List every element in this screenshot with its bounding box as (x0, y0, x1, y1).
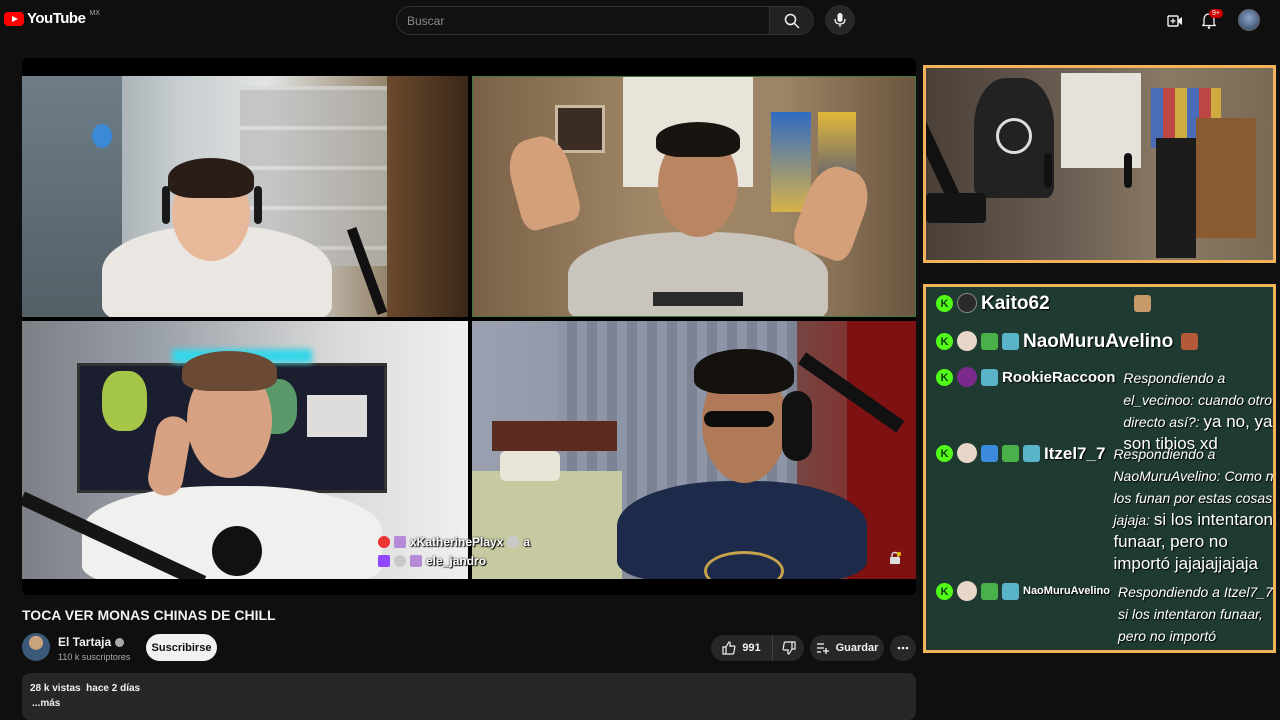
chat-message-text: XD (1194, 648, 1218, 650)
user-badge-icon (981, 369, 998, 386)
overlay-chat-row: ele_jandro (378, 554, 530, 568)
show-more-link[interactable]: ...más (30, 698, 916, 709)
like-dislike-group: 991 (711, 635, 804, 661)
kick-icon: K (936, 333, 953, 350)
user-avatar (957, 293, 977, 313)
chat-message-body: Respondiendo a Itzel7_7: si los intentar… (1118, 581, 1276, 650)
chat-username: Kaito62 (981, 293, 1050, 314)
overlay-chat-user: xKatherinePlayx (410, 535, 504, 549)
youtube-icon (378, 536, 390, 548)
user-badge-icon (981, 445, 998, 462)
webcam-bottom-right (472, 321, 916, 579)
logo-text: YouTube (27, 10, 86, 27)
user-badge-icon (981, 333, 998, 350)
chat-username: Itzel7_7 (1044, 444, 1106, 463)
video-player[interactable]: xKatherinePlayx a ele_jandro (22, 58, 916, 595)
overlay-chat-user: ele_jandro (426, 554, 487, 568)
user-badge-icon (981, 583, 998, 600)
user-avatar-icon (507, 536, 520, 548)
thumbs-up-icon (722, 641, 736, 655)
twitch-icon (378, 555, 390, 567)
chat-message: K RookieRaccoon Respondiendo a el_vecino… (936, 367, 1273, 455)
user-avatar (957, 443, 977, 463)
search-input[interactable] (397, 7, 769, 34)
search-icon (784, 13, 800, 29)
overlay-chat-message: a (523, 535, 531, 549)
dislike-button[interactable] (773, 635, 804, 661)
voice-search-button[interactable] (825, 5, 855, 35)
overlay-chat-row: xKatherinePlayx a (378, 535, 530, 549)
add-to-playlist-icon (816, 643, 829, 654)
search-box[interactable] (396, 6, 770, 35)
kick-icon: K (936, 295, 953, 312)
user-badge-icon (410, 555, 422, 567)
top-bar: YouTube MX 9+ (0, 0, 1280, 42)
verified-icon (115, 637, 125, 647)
streamer-webcam (923, 65, 1276, 263)
youtube-play-icon (4, 11, 24, 26)
lock-icon (890, 551, 902, 564)
save-button[interactable]: Guardar (810, 635, 884, 661)
more-actions-button[interactable] (890, 635, 916, 661)
user-badge-icon (1023, 445, 1040, 462)
chat-username: NaoMuruAvelino (1023, 585, 1110, 597)
subscriber-count: 110 k suscriptores (58, 652, 131, 662)
thumbs-down-icon (782, 641, 796, 655)
chat-message: K NaoMuruAvelino (936, 331, 1199, 353)
country-code: MX (89, 10, 100, 17)
create-button[interactable] (1162, 8, 1188, 34)
search-button[interactable] (770, 6, 814, 35)
kick-icon: K (936, 583, 953, 600)
account-avatar[interactable] (1238, 9, 1260, 31)
chat-message-body: Respondiendo a el_vecinoo: cuando otro d… (1123, 367, 1273, 455)
video-title: TOCA VER MONAS CHINAS DE CHILL (22, 607, 276, 623)
user-badge-icon (1002, 445, 1019, 462)
user-avatar-icon (394, 555, 406, 567)
more-horizontal-icon (897, 646, 909, 650)
webcam-top-right (472, 76, 916, 317)
chat-message: K Kaito62 (936, 293, 1151, 315)
video-stats: 28 k vistas hace 2 días (30, 683, 916, 694)
view-count: 28 k vistas (30, 683, 81, 694)
like-button[interactable]: 991 (711, 635, 773, 661)
chat-username: RookieRaccoon (1002, 369, 1116, 386)
channel-name-row[interactable]: El Tartaja (58, 635, 125, 649)
chat-message: K Itzel7_7 Respondiendo a NaoMuruAvelino… (936, 443, 1273, 575)
emote-icon (1133, 295, 1151, 312)
user-avatar (957, 367, 977, 387)
subscribe-button[interactable]: Suscribirse (146, 634, 217, 661)
channel-avatar[interactable] (22, 633, 50, 661)
channel-name[interactable]: El Tartaja (58, 635, 111, 649)
microphone-icon (834, 13, 846, 27)
chat-message-body: Respondiendo a NaoMuruAvelino: Como no l… (1113, 443, 1273, 575)
description-box[interactable]: 28 k vistas hace 2 días ...más (22, 673, 916, 720)
stream-chat-panel: K Kaito62 K NaoMuruAvelino K RookieRacco… (923, 284, 1276, 653)
chat-message: K NaoMuruAvelino Respondiendo a Itzel7_7… (936, 581, 1276, 650)
kick-icon: K (936, 369, 953, 386)
stream-overlay-chat: xKatherinePlayx a ele_jandro (378, 535, 530, 573)
user-avatar (957, 581, 977, 601)
webcam-top-left (22, 76, 468, 317)
user-badge-icon (394, 536, 406, 548)
emote-icon (1181, 333, 1199, 350)
like-count: 991 (742, 642, 761, 654)
kick-icon: K (936, 445, 953, 462)
user-badge-icon (1002, 333, 1019, 350)
user-avatar (957, 331, 977, 351)
upload-date: hace 2 días (86, 683, 141, 694)
user-badge-icon (1002, 583, 1019, 600)
notification-badge: 9+ (1209, 9, 1223, 18)
save-label: Guardar (835, 642, 879, 654)
reply-context: Respondiendo a Itzel7_7: si los intentar… (1118, 584, 1276, 644)
create-video-icon (1167, 15, 1182, 27)
youtube-logo[interactable]: YouTube MX (4, 10, 100, 27)
chat-username: NaoMuruAvelino (1023, 331, 1174, 352)
